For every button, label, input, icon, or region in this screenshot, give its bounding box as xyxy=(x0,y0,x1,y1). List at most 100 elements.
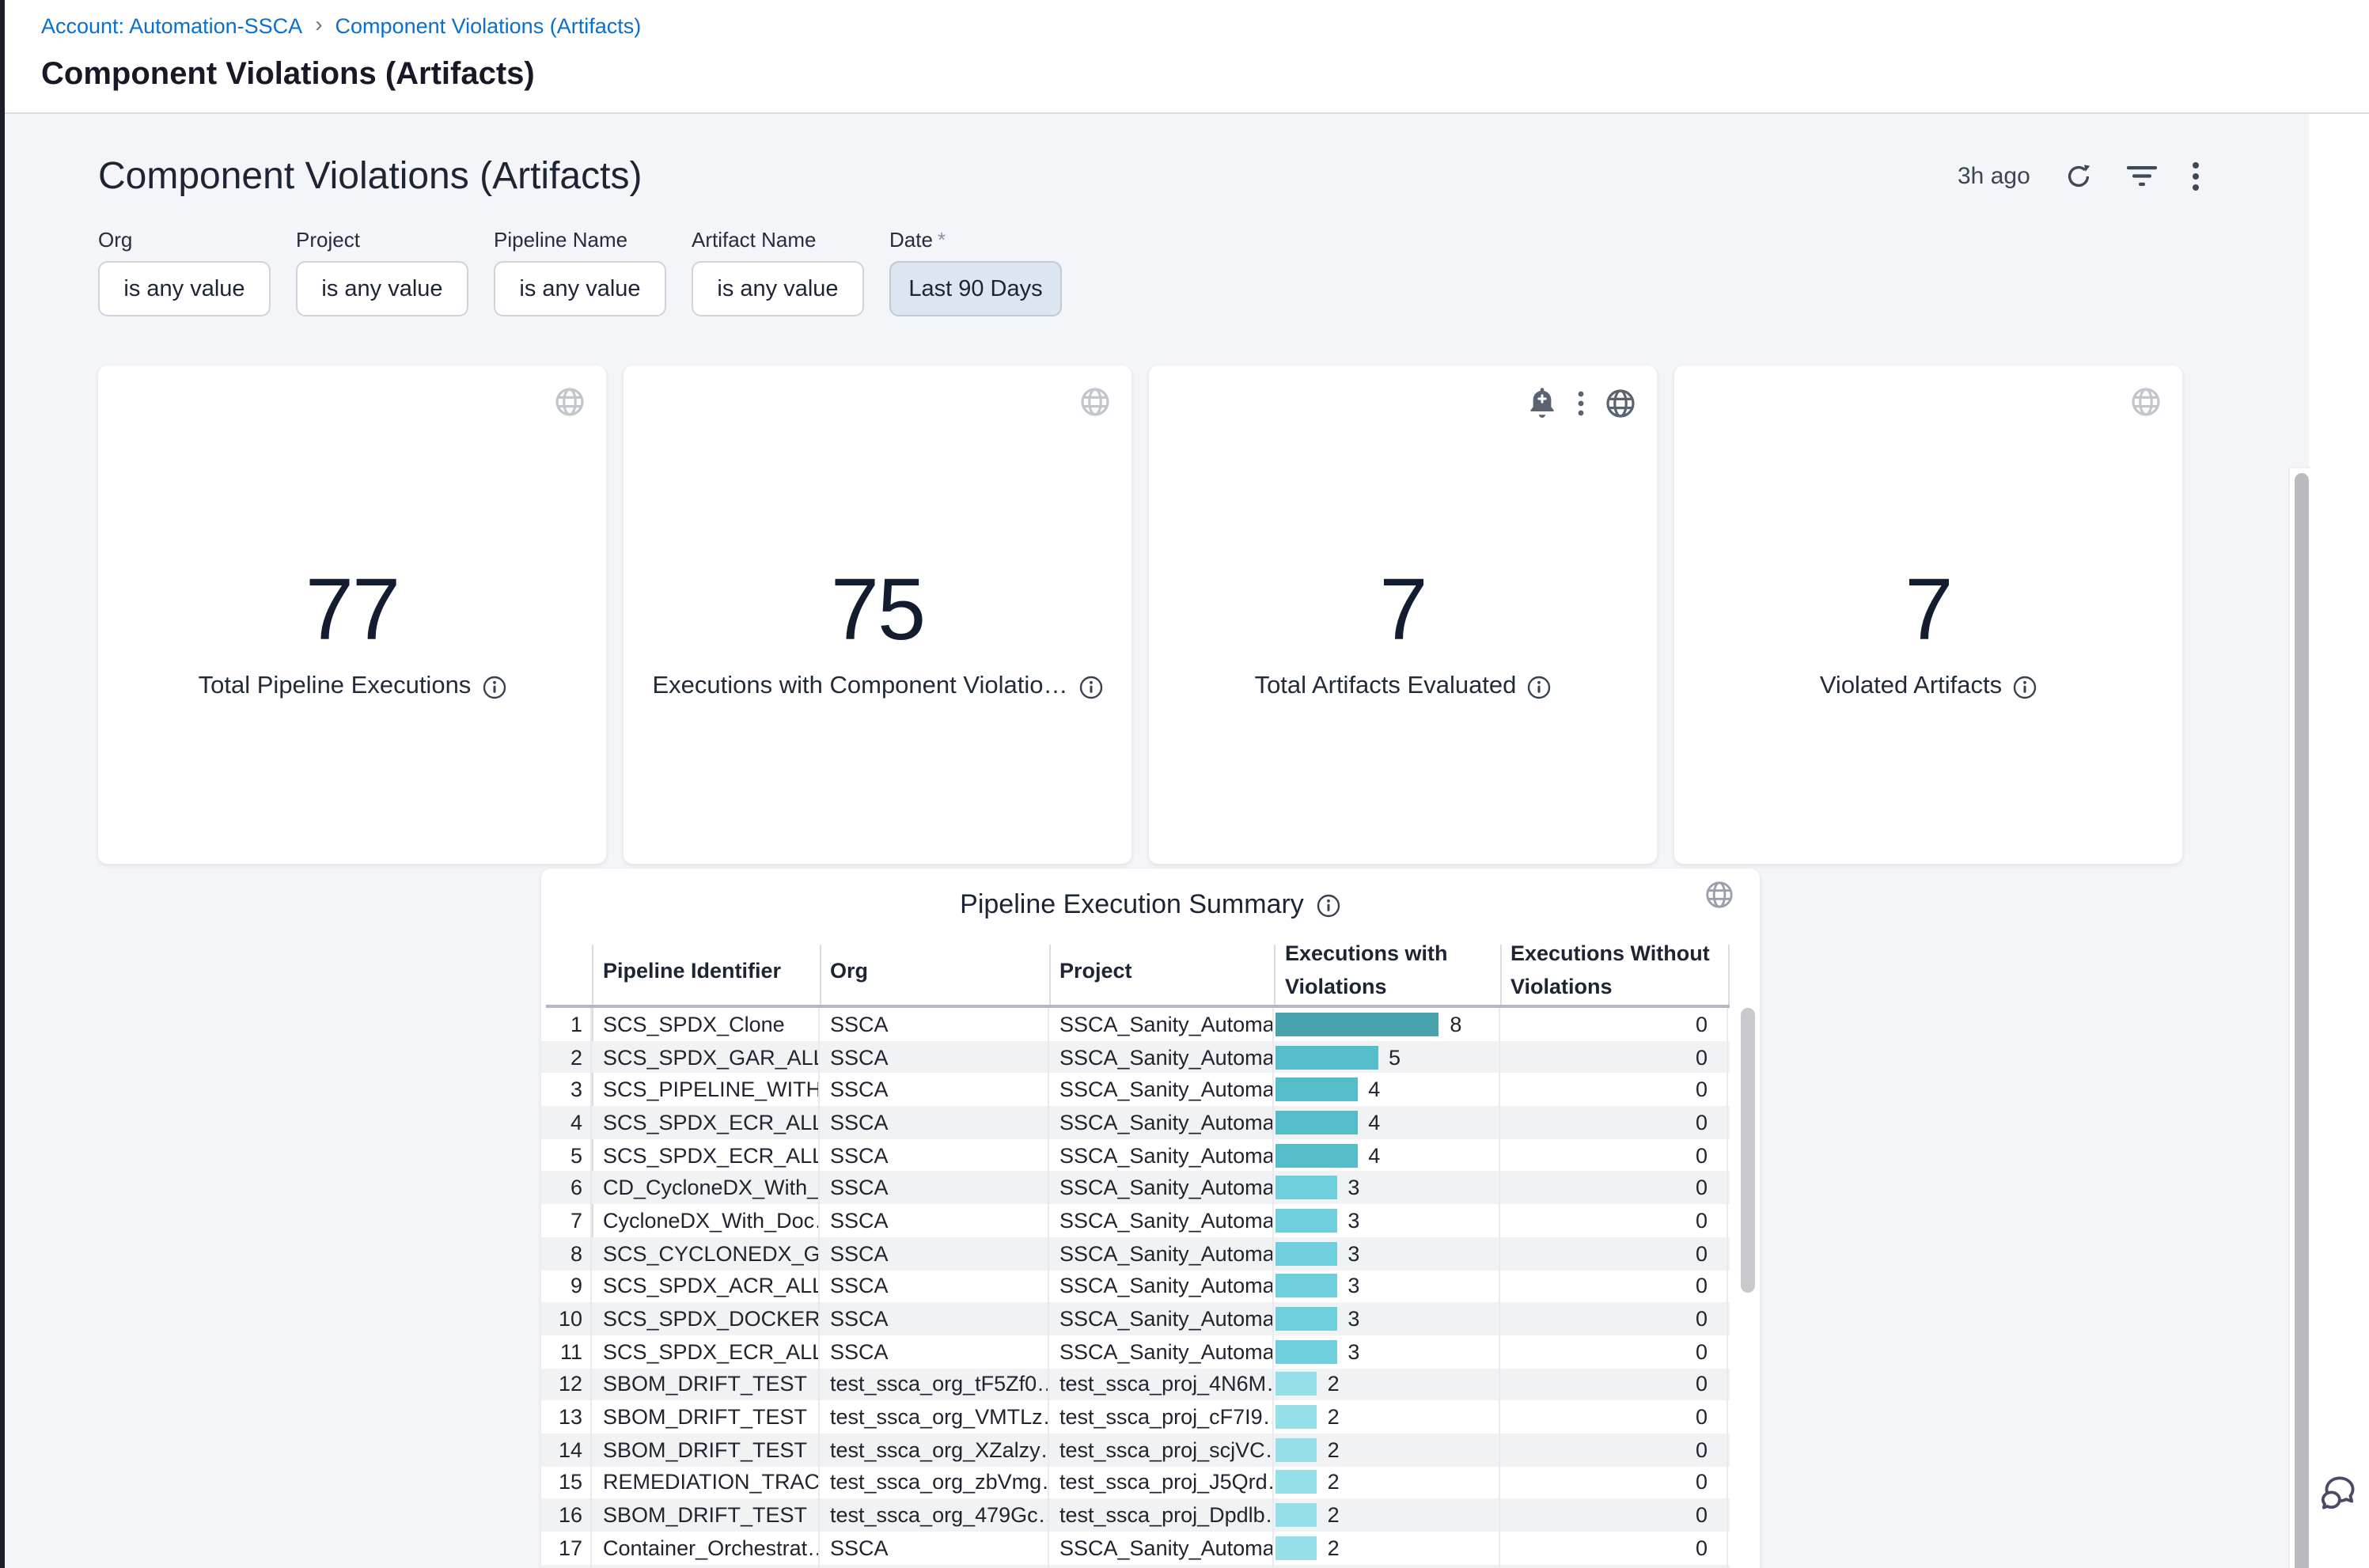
cell-executions-without-violations: 0 xyxy=(1499,1106,1728,1138)
cell-org: SSCA xyxy=(819,1335,1048,1368)
row-number: 13 xyxy=(540,1401,592,1434)
cell-executions-without-violations: 0 xyxy=(1499,1204,1728,1237)
globe-icon[interactable] xyxy=(1704,880,1734,910)
dashboard-controls: 3h ago xyxy=(1958,161,2200,191)
cell-executions-with-violations: 2 xyxy=(1274,1499,1499,1532)
cell-project: SSCA_Sanity_Automa… xyxy=(1048,1172,1274,1204)
breadcrumb-account-link[interactable]: Account: Automation-SSCA xyxy=(41,13,302,37)
violations-bar xyxy=(1275,1013,1438,1036)
globe-icon[interactable] xyxy=(1079,386,1111,418)
header-divider xyxy=(819,945,821,1005)
table-row[interactable] xyxy=(540,1564,1729,1568)
cell-org: test_ssca_org_zbVmg… xyxy=(819,1466,1048,1498)
table-scrollbar-thumb[interactable] xyxy=(1740,1008,1754,1293)
header-divider xyxy=(1727,945,1729,1005)
cell-pipeline-identifier: SCS_CYCLONEDX_GA… xyxy=(592,1237,819,1270)
table-row[interactable]: 5 SCS_SPDX_ECR_ALL_… SSCA SSCA_Sanity_Au… xyxy=(540,1139,1729,1172)
table-row[interactable]: 10 SCS_SPDX_DOCKER_… SSCA SSCA_Sanity_Au… xyxy=(540,1302,1729,1335)
page-title: Component Violations (Artifacts) xyxy=(41,57,535,93)
stat-value: 77 xyxy=(98,559,606,660)
filter-value-button[interactable]: Last 90 Days xyxy=(889,261,1062,316)
refresh-icon[interactable] xyxy=(2065,163,2092,190)
row-number: 4 xyxy=(540,1106,592,1138)
table-row[interactable]: 12 SBOM_DRIFT_TEST test_ssca_org_tF5Zf0…… xyxy=(540,1368,1729,1400)
globe-icon[interactable] xyxy=(1605,387,1636,419)
row-number: 2 xyxy=(540,1040,592,1073)
cell-executions-with-violations: 2 xyxy=(1274,1401,1499,1434)
violations-value: 2 xyxy=(1328,1373,1340,1396)
cell-pipeline-identifier: SBOM_DRIFT_TEST xyxy=(592,1401,819,1434)
globe-icon[interactable] xyxy=(2130,386,2162,418)
violations-value: 4 xyxy=(1368,1143,1380,1167)
info-icon[interactable] xyxy=(1527,675,1551,699)
table-row[interactable]: 7 CycloneDX_With_Doc… SSCA SSCA_Sanity_A… xyxy=(540,1204,1729,1237)
cell-executions-with-violations: 2 xyxy=(1274,1532,1499,1564)
page-scrollbar-thumb[interactable] xyxy=(2294,473,2308,1568)
table-row[interactable]: 16 SBOM_DRIFT_TEST test_ssca_org_479Gc… … xyxy=(540,1499,1729,1532)
filter-label: Date* xyxy=(889,228,1062,252)
filter-value-button[interactable]: is any value xyxy=(98,261,271,316)
row-number: 6 xyxy=(540,1172,592,1204)
info-icon[interactable] xyxy=(1079,675,1103,699)
cell-pipeline-identifier: Container_Orchestrat… xyxy=(592,1532,819,1564)
cell-project: test_ssca_proj_Dpdlb… xyxy=(1048,1499,1274,1532)
violations-bar xyxy=(1275,1176,1336,1200)
info-icon[interactable] xyxy=(1317,893,1340,917)
filter-field: Pipeline Name is any value xyxy=(494,228,666,316)
kebab-menu-icon[interactable] xyxy=(2192,161,2200,191)
bell-plus-icon[interactable] xyxy=(1527,386,1557,419)
cell-org: SSCA xyxy=(819,1532,1048,1564)
cell-executions-without-violations: 0 xyxy=(1499,1040,1728,1073)
table-row[interactable]: 2 SCS_SPDX_GAR_ALL… SSCA SSCA_Sanity_Aut… xyxy=(540,1040,1729,1073)
cell-executions-with-violations: 2 xyxy=(1274,1434,1499,1466)
table-row[interactable]: 15 REMEDIATION_TRAC… test_ssca_org_zbVmg… xyxy=(540,1466,1729,1498)
table-row[interactable]: 1 SCS_SPDX_Clone SSCA SSCA_Sanity_Automa… xyxy=(540,1008,1729,1040)
filter-value-button[interactable]: is any value xyxy=(692,261,864,316)
violations-value: 3 xyxy=(1347,1176,1359,1200)
breadcrumb-separator-icon: › xyxy=(315,11,322,36)
filter-icon[interactable] xyxy=(2127,165,2157,188)
table-row[interactable]: 11 SCS_SPDX_ECR_ALL_… SSCA SSCA_Sanity_A… xyxy=(540,1335,1729,1368)
info-icon[interactable] xyxy=(2013,675,2037,699)
chat-help-icon[interactable] xyxy=(2318,1475,2361,1514)
cell-pipeline-identifier: SCS_SPDX_DOCKER_… xyxy=(592,1302,819,1335)
breadcrumb-current-link[interactable]: Component Violations (Artifacts) xyxy=(335,13,642,37)
info-icon[interactable] xyxy=(482,675,506,699)
violations-bar xyxy=(1275,1274,1336,1298)
stat-label: Total Pipeline Executions xyxy=(199,672,472,701)
cell-executions-without-violations: 0 xyxy=(1499,1532,1728,1564)
kebab-menu-icon[interactable] xyxy=(1578,390,1584,415)
globe-icon[interactable] xyxy=(554,386,586,418)
table-row[interactable]: 4 SCS_SPDX_ECR_ALL_… SSCA SSCA_Sanity_Au… xyxy=(540,1106,1729,1138)
row-number: 7 xyxy=(540,1204,592,1237)
cell-executions-with-violations: 3 xyxy=(1274,1172,1499,1204)
cell-project: SSCA_Sanity_Automa… xyxy=(1048,1237,1274,1270)
table-row[interactable]: 14 SBOM_DRIFT_TEST test_ssca_org_XZalzy…… xyxy=(540,1434,1729,1466)
table-row[interactable]: 6 CD_CycloneDX_With_… SSCA SSCA_Sanity_A… xyxy=(540,1172,1729,1204)
table-row[interactable]: 8 SCS_CYCLONEDX_GA… SSCA SSCA_Sanity_Aut… xyxy=(540,1237,1729,1270)
violations-value: 2 xyxy=(1328,1536,1340,1560)
stat-label-row: Total Pipeline Executions xyxy=(98,672,606,701)
cell-org: test_ssca_org_479Gc… xyxy=(819,1499,1048,1532)
page-header: Account: Automation-SSCA › Component Vio… xyxy=(5,0,2369,114)
cell-executions-without-violations: 0 xyxy=(1499,1368,1728,1400)
cell-pipeline-identifier: SBOM_DRIFT_TEST xyxy=(592,1434,819,1466)
row-number: 15 xyxy=(540,1466,592,1498)
filter-field: Org is any value xyxy=(98,228,271,316)
cell-project: test_ssca_proj_J5Qrd… xyxy=(1048,1466,1274,1498)
cell-executions-with-violations: 4 xyxy=(1274,1074,1499,1106)
table-row[interactable]: 3 SCS_PIPELINE_WITH… SSCA SSCA_Sanity_Au… xyxy=(540,1074,1729,1106)
table-row[interactable]: 13 SBOM_DRIFT_TEST test_ssca_org_VMTLz… … xyxy=(540,1401,1729,1434)
cell-executions-with-violations: 5 xyxy=(1274,1040,1499,1073)
cell-executions-without-violations: 0 xyxy=(1499,1008,1728,1040)
cell-executions-without-violations: 0 xyxy=(1499,1401,1728,1434)
filter-value-button[interactable]: is any value xyxy=(296,261,468,316)
cell-executions-with-violations: 4 xyxy=(1274,1139,1499,1172)
table-row[interactable]: 9 SCS_SPDX_ACR_ALL… SSCA SSCA_Sanity_Aut… xyxy=(540,1270,1729,1302)
cell-pipeline-identifier: SBOM_DRIFT_TEST xyxy=(592,1368,819,1400)
cell-project: SSCA_Sanity_Automa… xyxy=(1048,1335,1274,1368)
table-row[interactable]: 17 Container_Orchestrat… SSCA SSCA_Sanit… xyxy=(540,1532,1729,1564)
filter-value-button[interactable]: is any value xyxy=(494,261,666,316)
cell-executions-with-violations: 2 xyxy=(1274,1466,1499,1498)
cell-project: SSCA_Sanity_Automa… xyxy=(1048,1532,1274,1564)
